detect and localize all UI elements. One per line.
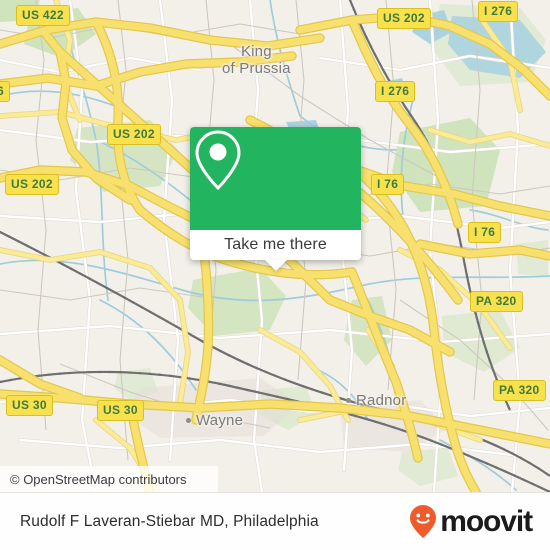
place-dot-wayne	[186, 418, 191, 423]
shield-pa-320-a: PA 320	[470, 291, 523, 312]
shield-us-30-a: US 30	[6, 395, 53, 416]
shield-i-76-clipped: 6	[0, 81, 10, 102]
shield-us-202-c: US 202	[377, 8, 431, 29]
callout-pin-panel	[190, 127, 361, 230]
shield-i-76-b: I 76	[468, 222, 502, 243]
shield-us-202-a: US 202	[107, 124, 161, 145]
moovit-logo[interactable]: moovit	[408, 504, 533, 540]
take-me-there-button[interactable]: Take me there	[190, 230, 361, 260]
map-canvas[interactable]: .rd { fill:none; stroke:#f7e06e; stroke-…	[0, 0, 550, 492]
shield-us-202-b: US 202	[5, 174, 59, 195]
moovit-wordmark: moovit	[440, 504, 533, 538]
shield-i-76-a: I 76	[371, 174, 405, 195]
shield-pa-320-b: PA 320	[493, 380, 546, 401]
page-title: Rudolf F Laveran-Stiebar MD, Philadelphi…	[20, 512, 319, 530]
location-pin-icon	[195, 130, 241, 191]
place-dot-radnor	[346, 398, 351, 403]
shield-i-276-a: I 276	[478, 1, 519, 22]
osm-attribution[interactable]: © OpenStreetMap contributors	[0, 466, 218, 492]
callout-tail	[264, 260, 287, 271]
shield-us-422: US 422	[16, 5, 70, 26]
moovit-pin-icon	[410, 504, 437, 538]
footer-bar: Rudolf F Laveran-Stiebar MD, Philadelphi…	[0, 492, 550, 550]
take-me-there-callout[interactable]: Take me there	[190, 127, 361, 271]
shield-i-276-b: I 276	[375, 81, 416, 102]
map-screenshot: .rd { fill:none; stroke:#f7e06e; stroke-…	[0, 0, 550, 550]
shield-us-30-b: US 30	[97, 400, 144, 421]
